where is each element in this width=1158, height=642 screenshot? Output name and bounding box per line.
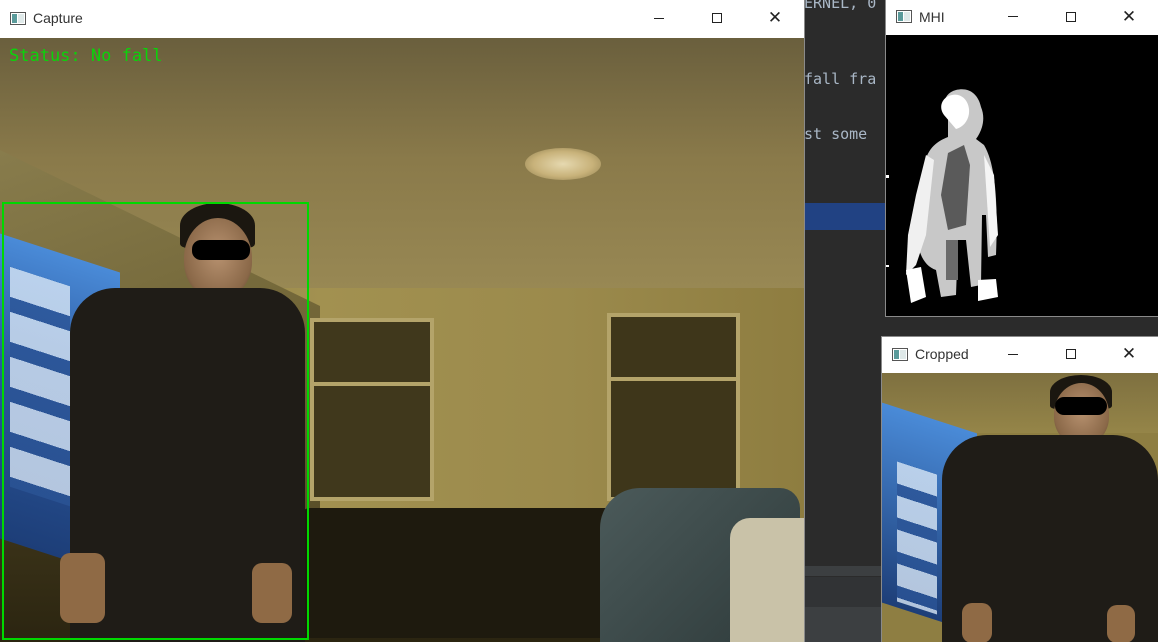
room-window (607, 313, 740, 501)
app-icon (892, 347, 908, 361)
close-icon: ✕ (767, 8, 783, 28)
detection-bounding-box (2, 202, 309, 640)
close-icon: ✕ (1121, 344, 1137, 364)
close-button[interactable]: ✕ (746, 0, 804, 36)
capture-window: Capture ✕ Status: No fall (0, 0, 804, 642)
motion-history-image (886, 35, 1158, 316)
room-window (310, 318, 434, 501)
code-line: st some (804, 125, 868, 143)
app-icon (10, 11, 26, 25)
minimize-button[interactable] (984, 0, 1042, 35)
minimize-icon (1008, 353, 1018, 355)
app-icon (896, 10, 912, 23)
code-line: fall fra (804, 70, 877, 88)
cropped-video-frame (882, 373, 1158, 642)
maximize-icon (712, 13, 722, 23)
close-icon: ✕ (1121, 6, 1137, 27)
maximize-button[interactable] (1042, 0, 1100, 35)
editor-panel (804, 607, 894, 642)
close-button[interactable]: ✕ (1100, 336, 1158, 372)
mhi-titlebar[interactable]: MHI ✕ (886, 0, 1158, 33)
minimize-button[interactable] (984, 336, 1042, 372)
person-hand (962, 603, 992, 642)
capture-video-frame: Status: No fall (0, 38, 804, 642)
cropped-scene (882, 373, 1158, 642)
editor-panel (804, 577, 894, 607)
window-title: Capture (33, 10, 83, 26)
cropped-titlebar[interactable]: Cropped ✕ (882, 337, 1158, 371)
window-title: Cropped (915, 346, 969, 362)
window-title: MHI (919, 8, 945, 25)
minimize-icon (654, 17, 664, 19)
tv-screen-content (897, 461, 937, 615)
maximize-button[interactable] (688, 0, 746, 36)
sofa-arm (730, 518, 804, 642)
minimize-button[interactable] (630, 0, 688, 36)
code-line: ERNEL, 0 (804, 0, 877, 12)
minimize-icon (1008, 16, 1018, 17)
person (942, 373, 1158, 642)
maximize-button[interactable] (1042, 336, 1100, 372)
code-selection-highlight (804, 203, 894, 230)
maximize-icon (1066, 349, 1076, 359)
face-censor-bar (1055, 397, 1107, 415)
close-button[interactable]: ✕ (1100, 0, 1158, 35)
person-hand (1107, 605, 1135, 642)
mhi-silhouette (886, 89, 998, 303)
maximize-icon (1066, 11, 1076, 22)
mhi-window: MHI ✕ (886, 0, 1158, 316)
capture-titlebar[interactable]: Capture ✕ (0, 0, 804, 36)
editor-scrollbar[interactable] (804, 566, 894, 576)
camera-scene: Status: No fall (0, 38, 804, 642)
ceiling-lamp (525, 148, 601, 180)
cropped-window: Cropped ✕ (882, 337, 1158, 642)
status-overlay-text: Status: No fall (9, 46, 163, 66)
